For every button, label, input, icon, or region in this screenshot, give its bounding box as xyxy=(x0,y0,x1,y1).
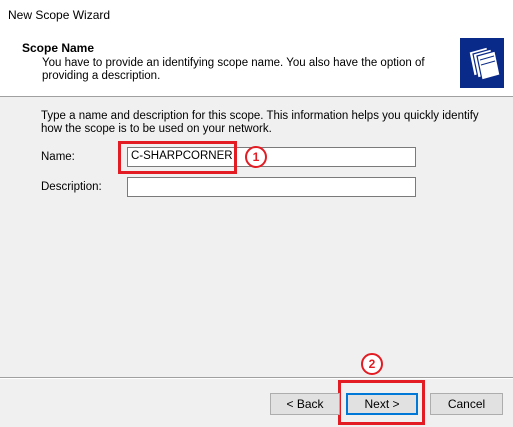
back-button[interactable]: < Back xyxy=(270,393,340,415)
wizard-header: Scope Name You have to provide an identi… xyxy=(0,30,513,97)
folders-icon xyxy=(460,38,504,88)
window-title: New Scope Wizard xyxy=(8,8,111,22)
wizard-body: Type a name and description for this sco… xyxy=(0,97,513,377)
title-bar: New Scope Wizard xyxy=(0,0,513,30)
step-1-badge: 1 xyxy=(245,146,267,168)
description-field[interactable] xyxy=(127,177,416,197)
footer-separator xyxy=(0,377,513,379)
page-title: Scope Name xyxy=(22,41,95,55)
description-label: Description: xyxy=(41,181,102,193)
step-2-badge: 2 xyxy=(361,353,383,375)
name-field-highlight xyxy=(118,141,237,174)
name-label: Name: xyxy=(41,151,75,163)
cancel-button[interactable]: Cancel xyxy=(430,393,503,415)
page-subtitle: You have to provide an identifying scope… xyxy=(42,57,425,82)
intro-text: Type a name and description for this sco… xyxy=(41,110,479,135)
next-button[interactable]: Next > xyxy=(346,393,418,415)
